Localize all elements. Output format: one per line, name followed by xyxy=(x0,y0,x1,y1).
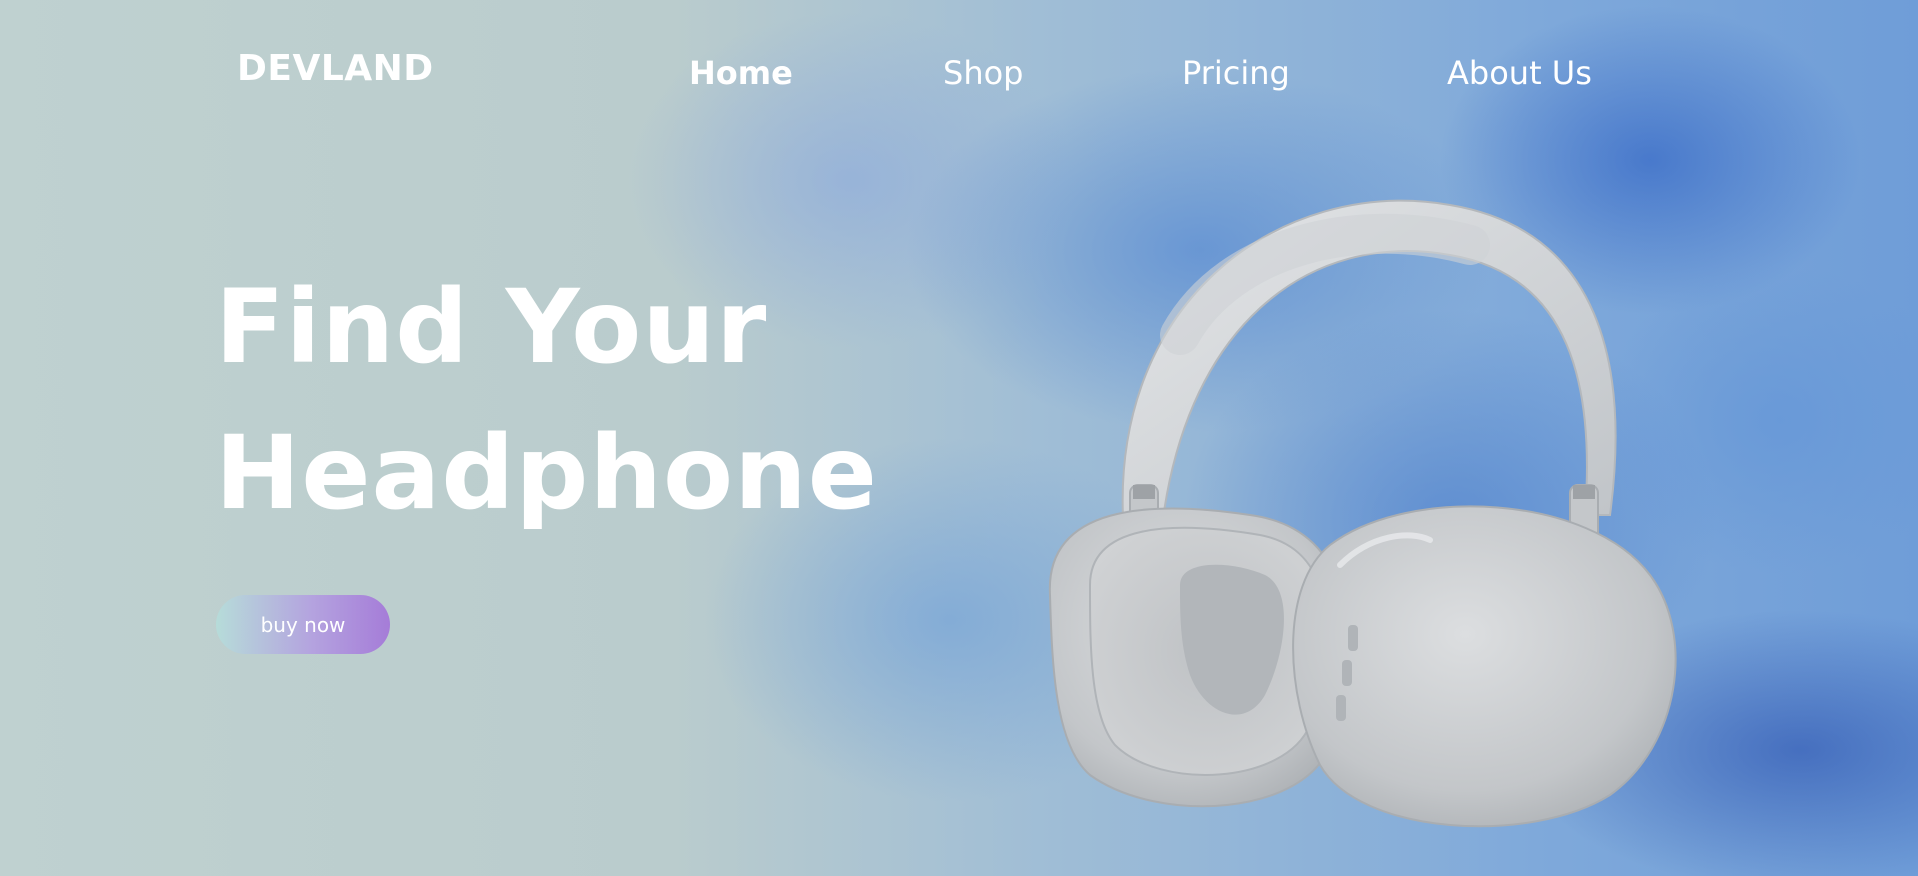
nav-link-pricing[interactable]: Pricing xyxy=(1182,54,1290,92)
top-nav: DEVLAND Home Shop Pricing About Us xyxy=(0,0,1918,120)
brand-logo[interactable]: DEVLAND xyxy=(237,48,434,89)
headline-line-1: Find Your xyxy=(215,268,768,387)
headline-line-2: Headphone xyxy=(215,414,878,533)
nav-link-home[interactable]: Home xyxy=(689,54,793,92)
buy-now-button[interactable]: buy now xyxy=(216,595,390,654)
nav-link-shop[interactable]: Shop xyxy=(943,54,1023,92)
headphones-image xyxy=(1048,199,1677,828)
nav-link-about-us[interactable]: About Us xyxy=(1447,54,1592,92)
hero-background: DEVLAND Home Shop Pricing About Us Find … xyxy=(0,0,1918,876)
hero-headline: Find Your Headphone xyxy=(215,255,878,547)
